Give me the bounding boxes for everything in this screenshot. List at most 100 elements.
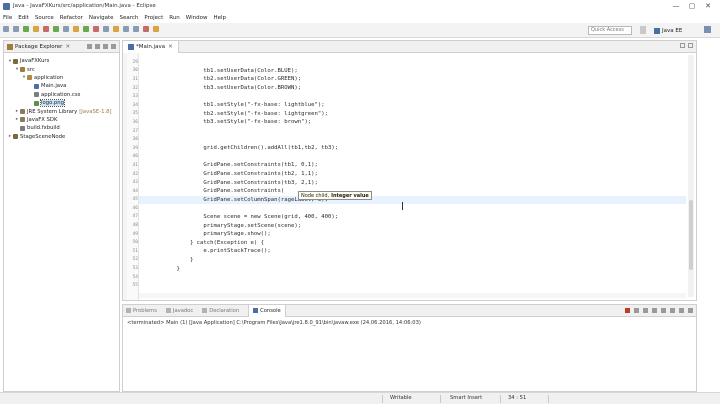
code-line[interactable]: 48 primaryStage.setScene(scene); — [132, 221, 686, 230]
annotation-prev-icon[interactable] — [123, 26, 129, 32]
code-line[interactable]: 33 — [132, 92, 686, 101]
pin-editor-icon[interactable] — [153, 26, 159, 32]
print-icon[interactable] — [23, 26, 29, 32]
maximize-editor-icon[interactable] — [688, 43, 693, 48]
code-line[interactable]: 41 GridPane.setConstraints(tb1, 0,1); — [132, 161, 686, 170]
editor-tab-bar: *Main.java ✕ — [123, 40, 696, 53]
tab-console[interactable]: Console — [248, 304, 286, 317]
code-line[interactable]: 55 — [132, 281, 686, 290]
forward-icon[interactable] — [143, 26, 149, 32]
code-line[interactable]: 53 } — [132, 264, 686, 273]
view-menu-icon[interactable] — [103, 44, 108, 49]
tree-item-icon — [34, 100, 39, 106]
menu-window[interactable]: Window — [186, 15, 208, 21]
new-java-project-icon[interactable] — [63, 26, 69, 32]
console-icon — [253, 308, 259, 313]
code-line[interactable]: 37 — [132, 127, 686, 136]
line-number: 50 — [132, 240, 138, 246]
editor-vertical-scrollbar[interactable] — [688, 55, 694, 297]
code-line[interactable]: 47 Scene scene = new Scene(grid, 400, 40… — [132, 213, 686, 222]
java-perspective-icon[interactable] — [704, 26, 711, 33]
tree-item[interactable]: Main.java — [4, 82, 119, 90]
code-line[interactable]: 52 } — [132, 256, 686, 265]
maximize-button[interactable]: ▢ — [684, 2, 700, 10]
editor-horizontal-scrollbar[interactable] — [139, 293, 686, 298]
menu-source[interactable]: Source — [35, 15, 54, 21]
editor-tab-main-java[interactable]: *Main.java ✕ — [123, 40, 179, 53]
close-button[interactable]: ✕ — [700, 2, 716, 10]
minimize-view-icon[interactable] — [688, 308, 693, 313]
code-line[interactable]: 36 tb3.setStyle("-fx-base: brown"); — [132, 118, 686, 127]
code-line[interactable]: 30 tb1.setUserData(Color.BLUE); — [132, 67, 686, 76]
clear-console-icon[interactable] — [643, 308, 648, 313]
code-line[interactable]: 50 } catch(Exception e) { — [132, 238, 686, 247]
code-line[interactable]: 34 tb1.setStyle("-fx-base: lightblue"); — [132, 101, 686, 110]
menu-project[interactable]: Project — [144, 15, 163, 21]
external-tools-icon[interactable] — [53, 26, 59, 32]
new-package-icon[interactable] — [73, 26, 79, 32]
code-line[interactable]: 49 primaryStage.show(); — [132, 230, 686, 239]
terminate-icon[interactable] — [625, 308, 630, 313]
code-line[interactable]: 45 GridPane.setColumnSpan(rageLabel, 3); — [132, 195, 686, 205]
tree-item[interactable]: ▾ application — [4, 74, 119, 82]
code-line[interactable]: 46 — [132, 204, 686, 213]
menu-edit[interactable]: Edit — [18, 15, 29, 21]
code-line[interactable]: 42 GridPane.setConstraints(tb2, 1,1); — [132, 170, 686, 179]
code-area[interactable]: 29 30 tb1.setUserData(Color.BLUE); 31 tb2.… — [132, 58, 686, 290]
tab-javadoc[interactable]: Javadoc — [165, 308, 193, 314]
search-icon[interactable] — [103, 26, 109, 32]
remove-launch-icon[interactable] — [634, 308, 639, 313]
tree-item[interactable]: build.fxbuild — [4, 124, 119, 132]
perspective-java-ee[interactable]: Java EE — [654, 25, 682, 36]
open-perspective-icon[interactable] — [640, 26, 646, 34]
menu-file[interactable]: File — [3, 15, 12, 21]
tree-item[interactable]: logo.png — [4, 99, 119, 108]
link-editor-icon[interactable] — [95, 44, 100, 49]
menu-refactor[interactable]: Refactor — [60, 15, 83, 21]
back-icon[interactable] — [133, 26, 139, 32]
menu-run[interactable]: Run — [169, 15, 180, 21]
display-console-icon[interactable] — [670, 308, 675, 313]
save-icon[interactable] — [13, 26, 19, 32]
annotation-next-icon[interactable] — [113, 26, 119, 32]
menu-help[interactable]: Help — [213, 15, 226, 21]
close-icon[interactable]: ✕ — [65, 44, 70, 50]
code-line[interactable]: 40 — [132, 153, 686, 162]
tree-item[interactable]: ▾ JavaFXKurs — [4, 57, 119, 65]
tab-problems[interactable]: Problems — [126, 308, 157, 314]
new-class-icon[interactable] — [83, 26, 89, 32]
tab-declaration[interactable]: Declaration — [202, 308, 239, 314]
code-line[interactable]: 54 — [132, 273, 686, 282]
menu-search[interactable]: Search — [120, 15, 139, 21]
tree-item[interactable]: ▾ src — [4, 65, 119, 73]
pin-console-icon[interactable] — [661, 308, 666, 313]
tree-item[interactable]: ▸ JavaFX SDK — [4, 116, 119, 124]
tree-item-icon — [20, 125, 25, 131]
tree-item[interactable]: application.css — [4, 91, 119, 99]
code-line[interactable]: 43 GridPane.setConstraints(tb3, 2,1); — [132, 178, 686, 187]
minimize-editor-icon[interactable] — [680, 43, 685, 48]
code-line[interactable]: 29 — [132, 58, 686, 67]
minimize-button[interactable]: — — [668, 2, 684, 10]
quick-access-input[interactable]: Quick Access — [588, 26, 632, 35]
code-line[interactable]: 35 tb2.setStyle("-fx-base: lightgreen"); — [132, 110, 686, 119]
open-console-icon[interactable] — [679, 308, 684, 313]
close-icon[interactable]: ✕ — [168, 44, 173, 50]
scroll-lock-icon[interactable] — [652, 308, 657, 313]
code-line[interactable]: 31 tb2.setUserData(Color.GREEN); — [132, 75, 686, 84]
scrollbar-thumb[interactable] — [689, 200, 693, 270]
open-type-icon[interactable] — [93, 26, 99, 32]
collapse-all-icon[interactable] — [87, 44, 92, 49]
tree-item[interactable]: ▸ JRE System Library [JavaSE-1.8] — [4, 107, 119, 115]
tree-item[interactable]: ▸ StageSceneNode — [4, 133, 119, 141]
run-icon[interactable] — [43, 26, 49, 32]
code-line[interactable]: 38 — [132, 135, 686, 144]
menu-navigate[interactable]: Navigate — [89, 15, 114, 21]
code-line[interactable]: 32 tb3.setUserData(Color.BROWN); — [132, 84, 686, 93]
minimize-view-icon[interactable] — [111, 44, 116, 49]
code-line[interactable]: 51 e.printStackTrace(); — [132, 247, 686, 256]
code-line[interactable]: 39 grid.getChildren().addAll(tb1,tb2, tb… — [132, 144, 686, 153]
new-icon[interactable] — [3, 26, 9, 32]
debug-icon[interactable] — [33, 26, 39, 32]
code-line[interactable]: 44 GridPane.setConstraints( — [132, 187, 686, 196]
